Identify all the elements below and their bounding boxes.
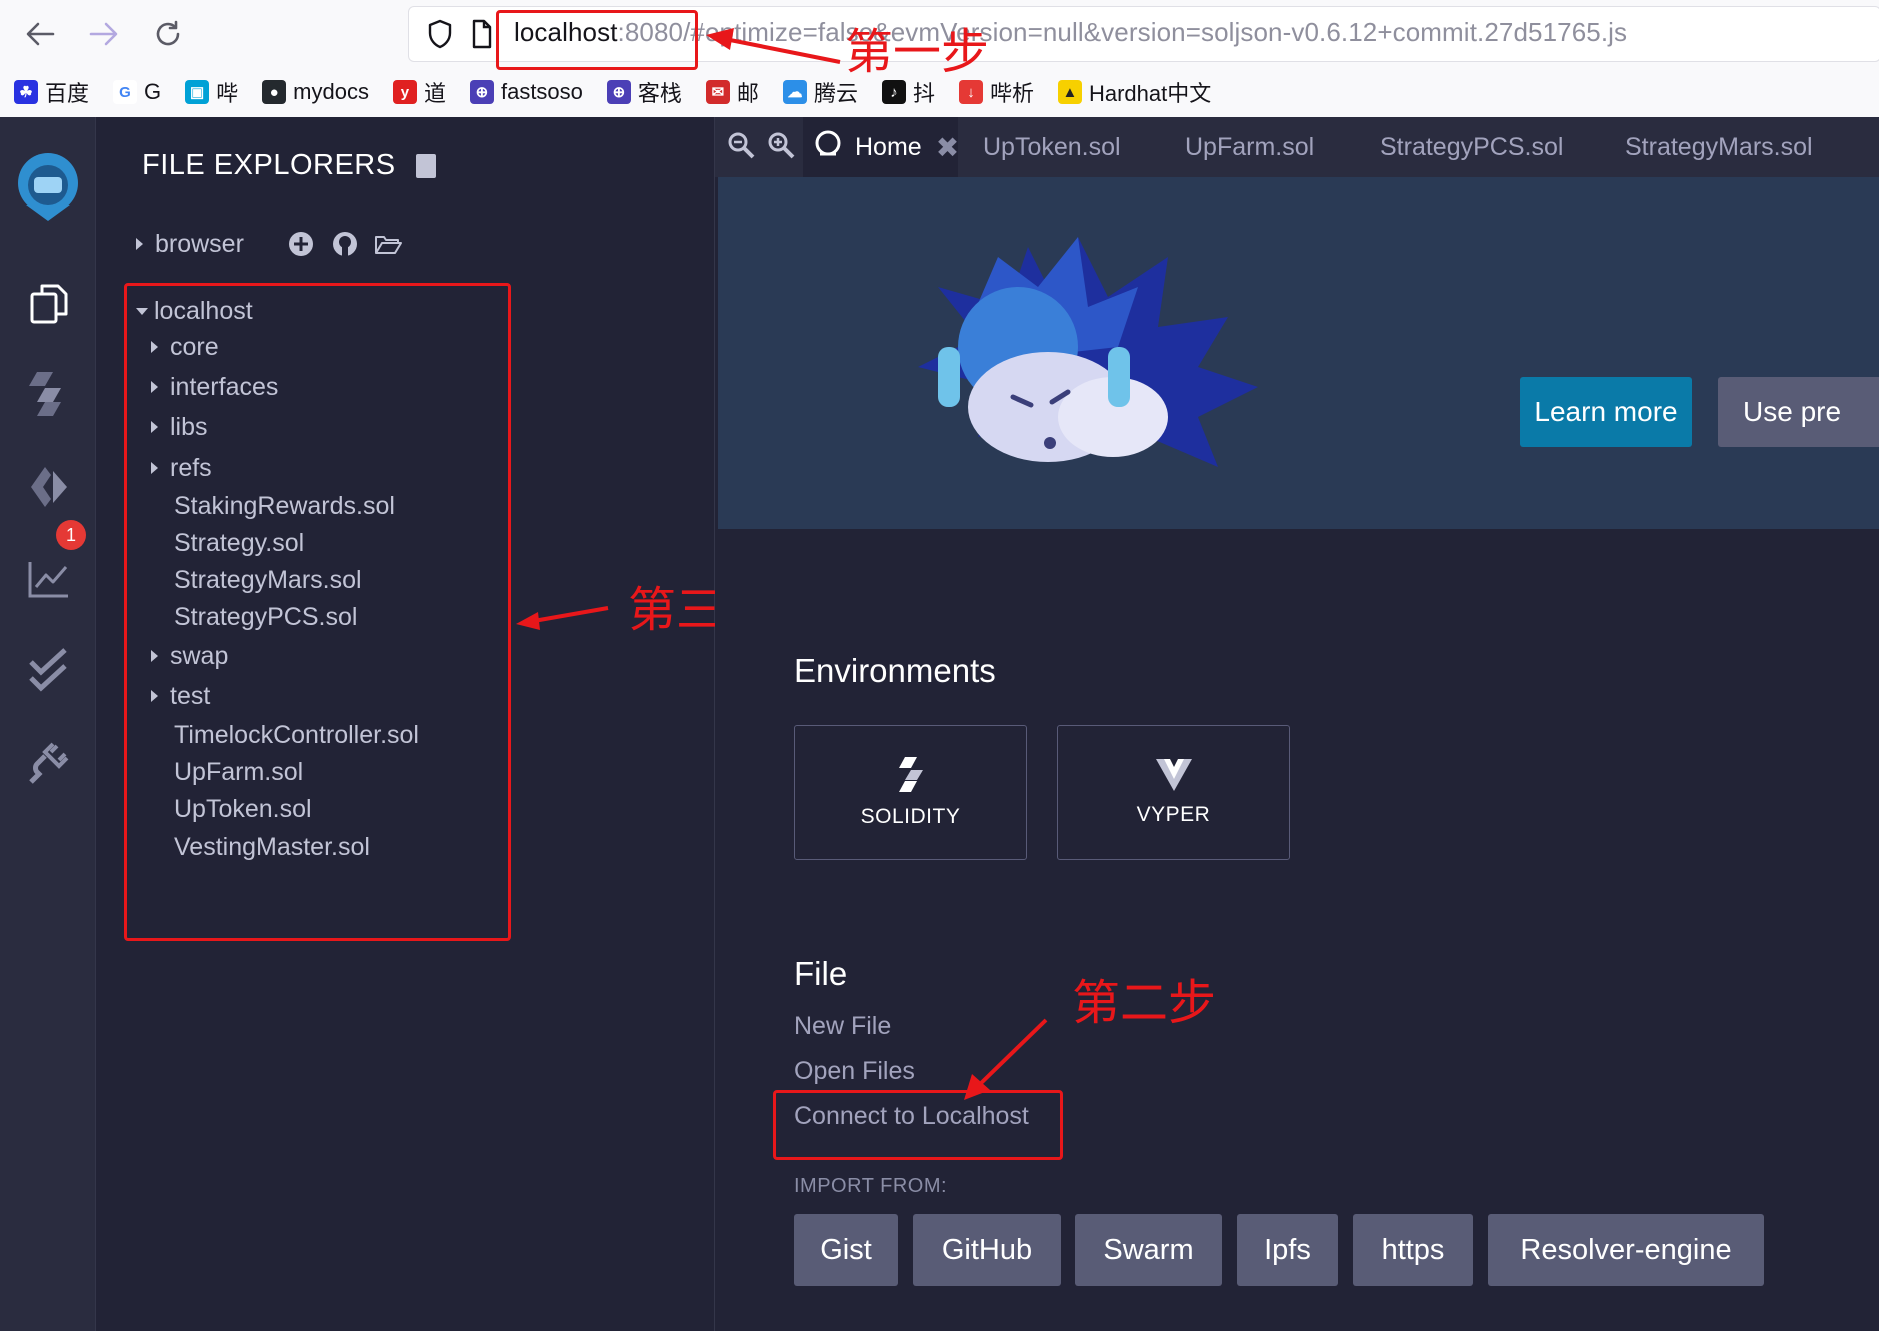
- environments-heading: Environments: [794, 652, 996, 689]
- back-button[interactable]: [18, 14, 62, 54]
- import-resolver-engine-button[interactable]: Resolver-engine: [1488, 1214, 1764, 1286]
- baidu-icon: ☘: [14, 80, 38, 104]
- compiler-badge: 1: [56, 520, 86, 550]
- github-icon: ●: [262, 80, 287, 104]
- solidity-label: SOLIDITY: [860, 804, 961, 828]
- reload-icon: [156, 20, 180, 46]
- deploy-run-icon[interactable]: [24, 462, 74, 512]
- bookmark-label: Hardhat中文: [1088, 81, 1212, 106]
- page-info-icon[interactable]: [471, 19, 493, 54]
- tab-file[interactable]: UpToken.sol: [983, 117, 1121, 177]
- zoom-in-icon[interactable]: [767, 131, 795, 164]
- import-https-button[interactable]: https: [1353, 1214, 1473, 1286]
- vyper-environment-button[interactable]: VYPER: [1057, 725, 1290, 860]
- reload-button[interactable]: [146, 14, 190, 54]
- bookmark-item[interactable]: ▲ Hardhat中文: [1057, 76, 1212, 108]
- tiktok-icon: ♪: [881, 80, 906, 104]
- tab-file[interactable]: StrategyPCS.sol: [1380, 117, 1563, 177]
- use-previous-button[interactable]: Use pre: [1718, 377, 1879, 447]
- learn-more-button[interactable]: Learn more: [1520, 377, 1692, 447]
- google-icon: G: [113, 80, 138, 104]
- book-icon[interactable]: [415, 153, 436, 178]
- bookmark-label: 道: [423, 81, 446, 106]
- tab-file[interactable]: UpFarm.sol: [1185, 117, 1314, 177]
- bookmark-label: mydocs: [293, 79, 369, 104]
- annotation-step1: 第一步: [845, 26, 990, 79]
- vyper-label: VYPER: [1136, 802, 1211, 826]
- solidity-environment-button[interactable]: SOLIDITY: [794, 725, 1027, 860]
- import-from-label: IMPORT FROM:: [794, 1175, 948, 1197]
- bilibili-icon: ▣: [185, 80, 210, 104]
- bookmark-item[interactable]: GG: [113, 79, 161, 105]
- annotation-box-url: [496, 10, 698, 70]
- bookmark-item[interactable]: ☘ 百度: [14, 76, 89, 108]
- annotation-arrow-step2: [964, 1018, 1048, 1100]
- remix-mascot-image: [918, 237, 1258, 467]
- globe-icon: ⊕: [606, 80, 631, 104]
- plugin-manager-icon[interactable]: [24, 737, 74, 787]
- arrow-right-icon: [89, 22, 118, 46]
- icon-panel: 1: [0, 117, 96, 1331]
- file-explorer-icon[interactable]: [24, 279, 74, 329]
- explorer-title: FILE EXPLORERS: [142, 149, 396, 181]
- remix-home-icon: [813, 130, 843, 165]
- mail-163-icon: ✉: [705, 80, 730, 104]
- bookmark-label: 哔析: [989, 81, 1034, 106]
- zoom-out-icon[interactable]: [727, 131, 755, 164]
- github-icon[interactable]: [332, 231, 358, 262]
- solidity-icon: [898, 756, 923, 792]
- bookmarks-bar: ☘ 百度 G G ▣ 哔 ● mydocs y 道 ⊕ fastsoso ⊕ 客栈 ✉ 邮 ☁ 腾云 ♪ 抖 ↓ 哔析 ▲ H…: [14, 74, 1235, 110]
- home-banner: Learn more Use pre: [718, 177, 1879, 529]
- bookmark-item[interactable]: y道: [392, 76, 446, 108]
- bookmark-label: 邮: [736, 81, 759, 106]
- file-heading: File: [794, 955, 848, 992]
- browser-folder[interactable]: browser: [136, 227, 244, 261]
- tab-home[interactable]: Home ✖: [803, 117, 959, 177]
- browser-folder-label: browser: [155, 229, 244, 258]
- annotation-arrow-step1: [706, 28, 841, 64]
- close-tab-icon[interactable]: ✖: [936, 131, 959, 164]
- bookmark-item[interactable]: ▣ 哔: [185, 76, 238, 108]
- import-ipfs-button[interactable]: Ipfs: [1237, 1214, 1338, 1286]
- bookmark-item[interactable]: ✉ 邮: [705, 76, 759, 108]
- bookmark-label: 哔: [216, 81, 239, 106]
- hardhat-icon: ▲: [1057, 80, 1082, 104]
- bookmark-label: 百度: [45, 81, 90, 106]
- tencent-cloud-icon: ☁: [782, 80, 807, 104]
- arrow-left-icon: [26, 22, 55, 46]
- youdao-icon: y: [392, 80, 417, 104]
- bookmark-label: 客栈: [637, 81, 682, 106]
- import-gist-button[interactable]: Gist: [794, 1214, 898, 1286]
- caret-right-icon: [136, 238, 143, 250]
- import-github-button[interactable]: GitHub: [913, 1214, 1061, 1286]
- open-folder-icon[interactable]: [374, 233, 402, 260]
- forward-button[interactable]: [82, 14, 126, 54]
- annotation-arrow-step3: [516, 606, 609, 630]
- tab-home-label: Home: [855, 132, 922, 161]
- add-file-icon[interactable]: [288, 231, 314, 262]
- solidity-compiler-icon[interactable]: [24, 369, 74, 419]
- annotation-box-tree: [124, 283, 511, 941]
- bookmark-label: fastsoso: [500, 79, 583, 104]
- download-icon: ↓: [958, 80, 983, 104]
- bookmark-item[interactable]: ⊕ 客栈: [606, 76, 682, 108]
- bookmark-label: G: [144, 79, 162, 104]
- new-file-link[interactable]: New File: [794, 1012, 891, 1041]
- analysis-chart-icon[interactable]: [24, 554, 74, 604]
- explorer-heading: FILE EXPLORERS: [142, 149, 436, 182]
- tab-file[interactable]: StrategyMars.sol: [1625, 117, 1813, 177]
- bookmark-item[interactable]: ⊕ fastsoso: [469, 79, 583, 105]
- editor-tabs: Home ✖ UpToken.sol UpFarm.sol StrategyPCS.…: [715, 117, 1879, 177]
- shield-icon[interactable]: [427, 19, 453, 54]
- globe-icon: ⊕: [469, 80, 494, 104]
- tests-check-icon[interactable]: [24, 645, 74, 695]
- bookmark-item[interactable]: ● mydocs: [262, 79, 369, 105]
- import-swarm-button[interactable]: Swarm: [1075, 1214, 1222, 1286]
- open-files-link[interactable]: Open Files: [794, 1057, 915, 1086]
- vyper-icon: [1155, 758, 1192, 791]
- annotation-step2: 第二步: [1072, 977, 1217, 1030]
- remix-logo-icon[interactable]: [8, 147, 88, 232]
